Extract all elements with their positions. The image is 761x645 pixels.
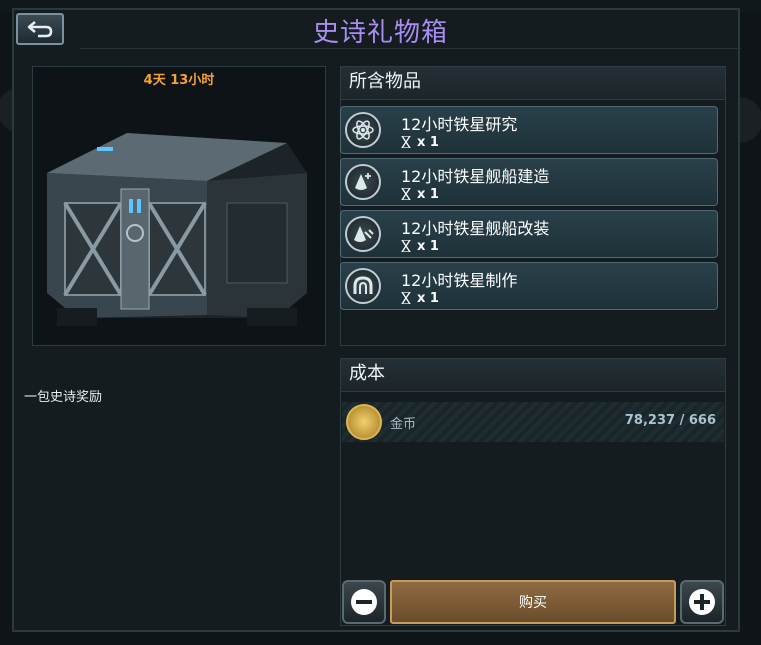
buy-button[interactable]: 购买 <box>390 580 676 624</box>
cost-value: 78,237 / 666 <box>624 413 716 428</box>
item-quantity: x 1 <box>401 239 439 254</box>
coin-icon <box>346 404 382 440</box>
minus-icon <box>351 589 377 615</box>
list-item[interactable]: 12小时铁星舰船改装 x 1 <box>340 210 718 258</box>
cost-header: 成本 <box>341 359 725 392</box>
increase-button[interactable] <box>680 580 724 624</box>
buy-button-label: 购买 <box>519 595 547 611</box>
item-qty-text: x 1 <box>417 291 439 306</box>
item-quantity: x 1 <box>401 135 439 150</box>
cost-row: 金币 78,237 / 666 <box>342 402 724 442</box>
crafting-icon <box>345 268 381 304</box>
item-quantity: x 1 <box>401 187 439 202</box>
currency-label: 金币 <box>390 417 417 432</box>
list-item[interactable]: 12小时铁星制作 x 1 <box>340 262 718 310</box>
list-item[interactable]: 12小时铁星舰船建造 x 1 <box>340 158 718 206</box>
item-name: 12小时铁星研究 <box>401 115 518 134</box>
item-quantity: x 1 <box>401 291 439 306</box>
expiry-timer: 4天 13小时 <box>143 73 215 88</box>
item-qty-text: x 1 <box>417 187 439 202</box>
hourglass-icon <box>401 188 411 200</box>
chest-image <box>47 133 307 326</box>
hourglass-icon <box>401 292 411 304</box>
atom-icon <box>345 112 381 148</box>
chest-preview-panel: 4天 13小时 <box>32 66 326 346</box>
item-name: 12小时铁星舰船建造 <box>401 167 550 186</box>
contents-header: 所含物品 <box>341 67 725 100</box>
item-qty-text: x 1 <box>417 239 439 254</box>
shipbuild-icon <box>345 164 381 200</box>
decrease-button[interactable] <box>342 580 386 624</box>
item-name: 12小时铁星舰船改装 <box>401 219 550 238</box>
plus-icon <box>689 589 715 615</box>
dialog-title: 史诗礼物箱 <box>312 18 448 48</box>
item-name: 12小时铁星制作 <box>401 271 518 290</box>
refit-icon <box>345 216 381 252</box>
reward-description: 一包史诗奖励 <box>24 390 103 405</box>
title-divider <box>80 48 741 49</box>
list-item[interactable]: 12小时铁星研究 x 1 <box>340 106 718 154</box>
contents-list: 12小时铁星研究 x 1 12小时铁星舰船建造 x 1 12小时铁星舰船改装 x… <box>340 106 718 314</box>
item-qty-text: x 1 <box>417 135 439 150</box>
hourglass-icon <box>401 136 411 148</box>
hourglass-icon <box>401 240 411 252</box>
